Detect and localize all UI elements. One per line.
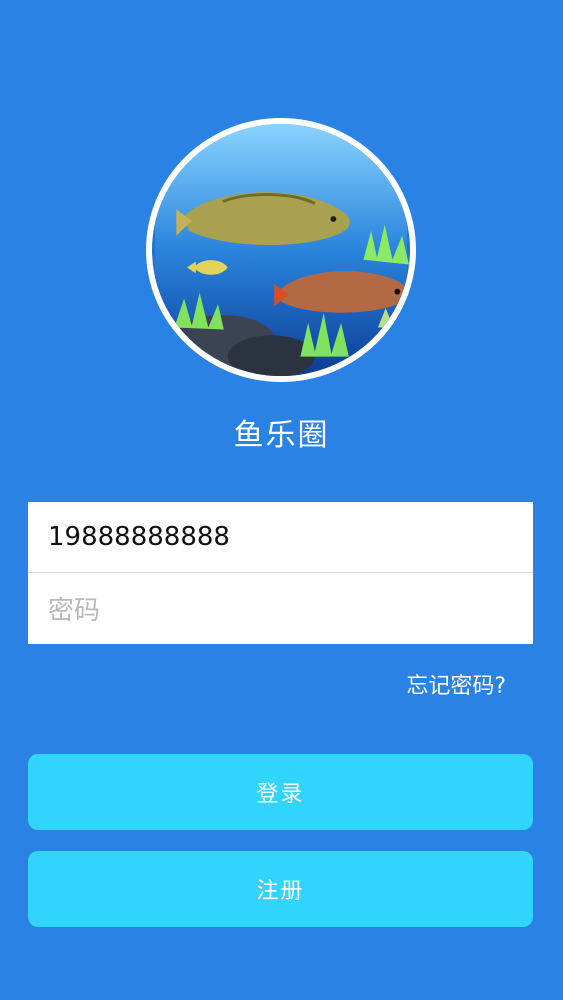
password-placeholder: 密码 [48,596,101,626]
login-button[interactable]: 登录 [28,754,533,830]
login-form: 19888888888 密码 [28,502,533,644]
password-input[interactable]: 密码 [28,573,533,644]
app-title: 鱼乐圈 [233,418,330,453]
forgot-password-link[interactable]: 忘记密码? [406,668,506,700]
phone-input[interactable]: 19888888888 [28,502,533,573]
aquarium-fish-image [152,124,410,376]
register-button[interactable]: 注册 [28,851,533,927]
phone-value: 19888888888 [48,522,230,552]
app-avatar [146,118,416,382]
